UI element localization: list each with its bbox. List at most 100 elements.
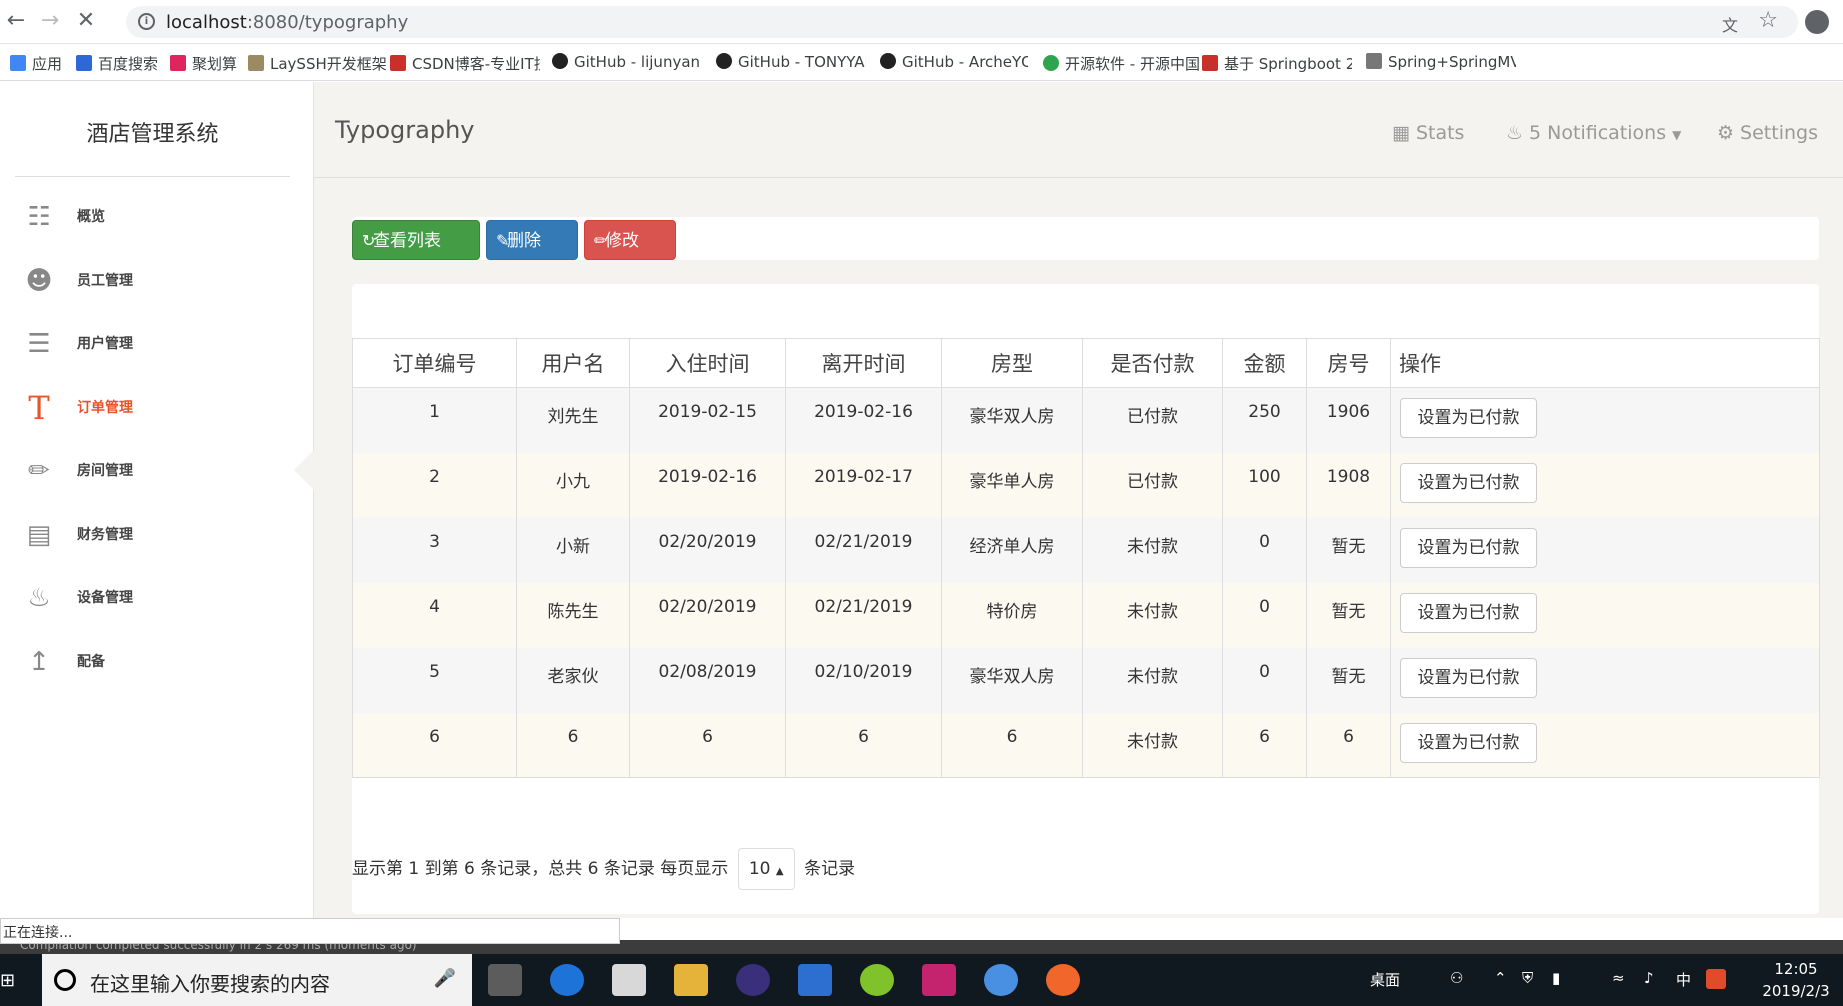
microphone-icon[interactable]: 🎤 [434, 968, 456, 989]
view-list-button[interactable]: ↻ 查看列表 [352, 220, 480, 260]
url-text[interactable]: localhost:8080/typography [166, 12, 408, 33]
table-cell: 陈先生 [516, 582, 630, 648]
column-header[interactable]: 入住时间 [629, 338, 786, 388]
stats-link[interactable]: ▦ Stats [1392, 122, 1464, 144]
table-cell: 小九 [516, 452, 630, 518]
eclipse-icon[interactable] [736, 964, 770, 996]
csdn-icon [390, 55, 406, 71]
set-paid-button[interactable]: 设置为已付款 [1400, 657, 1537, 698]
bookmark-csdn[interactable]: CSDN博客-专业IT技 [390, 53, 540, 73]
profile-avatar-icon[interactable] [1805, 10, 1829, 34]
set-paid-button[interactable]: 设置为已付款 [1400, 462, 1537, 503]
app-icon[interactable] [860, 964, 894, 996]
table-cell: 250 [1222, 387, 1307, 453]
info-icon[interactable]: i [138, 13, 155, 30]
translate-icon[interactable]: 文 [1722, 12, 1738, 36]
tray-up-icon[interactable]: ⌃ [1494, 969, 1507, 987]
bookmark-oschina[interactable]: 开源软件 - 开源中国 [1043, 53, 1200, 73]
table-cell: 6 [516, 712, 630, 778]
set-paid-button[interactable]: 设置为已付款 [1400, 398, 1537, 438]
column-header[interactable]: 离开时间 [785, 338, 942, 388]
column-header[interactable]: 是否付款 [1082, 338, 1223, 388]
postman-icon[interactable] [1046, 964, 1080, 996]
table-cell: 豪华单人房 [941, 452, 1083, 518]
table-row: 2 小九 2019-02-16 2019-02-17 豪华单人房 已付款 100… [352, 452, 1820, 518]
sliders-icon: ☷ [27, 202, 51, 232]
column-header[interactable]: 用户名 [516, 338, 630, 388]
chrome-icon[interactable] [984, 964, 1018, 996]
sidebar-item-label: 订单管理 [77, 400, 133, 416]
wifi-icon[interactable]: ≈ [1612, 969, 1625, 987]
battery-icon[interactable]: ▮ [1552, 969, 1560, 987]
mail-icon[interactable] [612, 964, 646, 996]
sogou-icon[interactable] [1706, 969, 1726, 989]
set-paid-button[interactable]: 设置为已付款 [1400, 527, 1537, 568]
notifications-dropdown[interactable]: ♨ 5 Notifications ▼ [1506, 122, 1681, 144]
back-icon[interactable]: ← [4, 10, 28, 34]
intellij-icon[interactable] [922, 964, 956, 996]
visual-studio-icon[interactable] [798, 964, 832, 996]
people-icon[interactable]: ⚇ [1450, 969, 1463, 987]
taskbar-search-box[interactable]: 在这里输入你要搜索的内容 🎤 [42, 954, 472, 1006]
sidebar-item-overview[interactable]: ☷ 概览 [0, 186, 305, 246]
set-paid-button[interactable]: 设置为已付款 [1400, 722, 1537, 763]
sidebar-item-equipment[interactable]: ♨ 设备管理 [0, 567, 305, 627]
column-header[interactable]: 订单编号 [352, 338, 517, 388]
bookmark-springboot[interactable]: 基于 Springboot 2.0 [1202, 53, 1352, 73]
caret-up-icon: ▲ [775, 866, 784, 877]
bookmark-baidu[interactable]: 百度搜索 [76, 53, 158, 73]
edge-icon[interactable] [550, 964, 584, 996]
clock-time: 12:05 [1774, 960, 1818, 978]
volume-icon[interactable]: ♪ [1644, 969, 1654, 987]
page-size-dropdown[interactable]: 10 ▲ [737, 848, 795, 890]
edit-button[interactable]: ✏ 修改 [584, 220, 676, 260]
stop-loading-icon[interactable]: ✕ [74, 10, 98, 34]
sidebar-item-users[interactable]: ☰ 用户管理 [0, 313, 305, 373]
table-row: 5 老家伙 02/08/2019 02/10/2019 豪华双人房 未付款 0 … [352, 647, 1820, 713]
file-explorer-icon[interactable] [674, 964, 708, 996]
sidebar-item-finance[interactable]: ▤ 财务管理 [0, 504, 305, 564]
settings-link[interactable]: ⚙ Settings [1717, 122, 1818, 144]
pagination-info: 显示第 1 到第 6 条记录，总共 6 条记录 每页显示 10 ▲ 条记录 [352, 848, 855, 890]
column-header[interactable]: 房型 [941, 338, 1083, 388]
table-cell: 100 [1222, 452, 1307, 518]
ime-indicator[interactable]: 中 [1676, 969, 1691, 990]
bookmark-apps[interactable]: 应用 [10, 53, 62, 73]
bookmarks-bar: 应用 百度搜索 聚划算 LaySSH开发框架 CSDN博客-专业IT技 GitH… [0, 44, 1843, 81]
taskbar-clock[interactable]: 12:05 2019/2/3 [1756, 958, 1836, 1002]
set-paid-button[interactable]: 设置为已付款 [1400, 592, 1537, 633]
windows-taskbar: ⊞ 在这里输入你要搜索的内容 🎤 桌面 ⚇ ⌃ ⛨ ▮ ≈ ♪ 中 12:05 … [0, 954, 1843, 1006]
forward-icon[interactable]: → [38, 10, 62, 34]
table-cell: 2019-02-15 [629, 387, 786, 453]
table-cell: 2019-02-16 [629, 452, 786, 518]
address-bar[interactable]: i localhost:8080/typography 文 ☆ [126, 6, 1798, 38]
table-cell: 6 [1306, 712, 1391, 778]
sidebar-item-rooms[interactable]: ✏ 房间管理 [0, 440, 305, 500]
table-cell: 设置为已付款 [1390, 582, 1820, 648]
table-card: 搜索 ▤ ▦ ▼ 订单编号 用户名 入住时间 离开时间 房型 是否付款 金额 房… [352, 284, 1820, 914]
table-cell: 设置为已付款 [1390, 712, 1820, 778]
windows-start-icon[interactable]: ⊞ [0, 970, 22, 992]
sidebar-item-staff[interactable]: ☻ 员工管理 [0, 250, 305, 310]
bookmark-github-2[interactable]: GitHub - TONYYAM [716, 53, 866, 73]
column-header[interactable]: 房号 [1306, 338, 1391, 388]
bookmark-juhuasuan[interactable]: 聚划算 [170, 53, 237, 73]
desktop-label[interactable]: 桌面 [1370, 969, 1400, 990]
sidebar-item-supplies[interactable]: ↥ 配备 [0, 631, 305, 691]
table-cell: 6 [352, 712, 517, 778]
bookmark-layssh[interactable]: LaySSH开发框架 [248, 53, 387, 73]
table-cell: 02/08/2019 [629, 647, 786, 713]
bookmark-github-1[interactable]: GitHub - lijunyande [552, 53, 700, 73]
shield-icon[interactable]: ⛨ [1522, 969, 1533, 987]
column-header[interactable]: 金额 [1222, 338, 1307, 388]
spring-icon [1366, 53, 1382, 69]
table-cell: 设置为已付款 [1390, 387, 1820, 453]
store-icon[interactable] [488, 964, 522, 996]
sidebar-item-orders[interactable]: T 订单管理 [0, 377, 305, 437]
table-cell: 02/10/2019 [785, 647, 942, 713]
delete-button[interactable]: ✎ 删除 [486, 220, 578, 260]
bookmark-spring[interactable]: Spring+SpringMVC [1366, 53, 1516, 73]
column-header[interactable]: 操作 [1390, 338, 1820, 388]
bookmark-star-icon[interactable]: ☆ [1758, 8, 1778, 33]
bookmark-github-3[interactable]: GitHub - ArcheYQ/ [880, 53, 1028, 73]
